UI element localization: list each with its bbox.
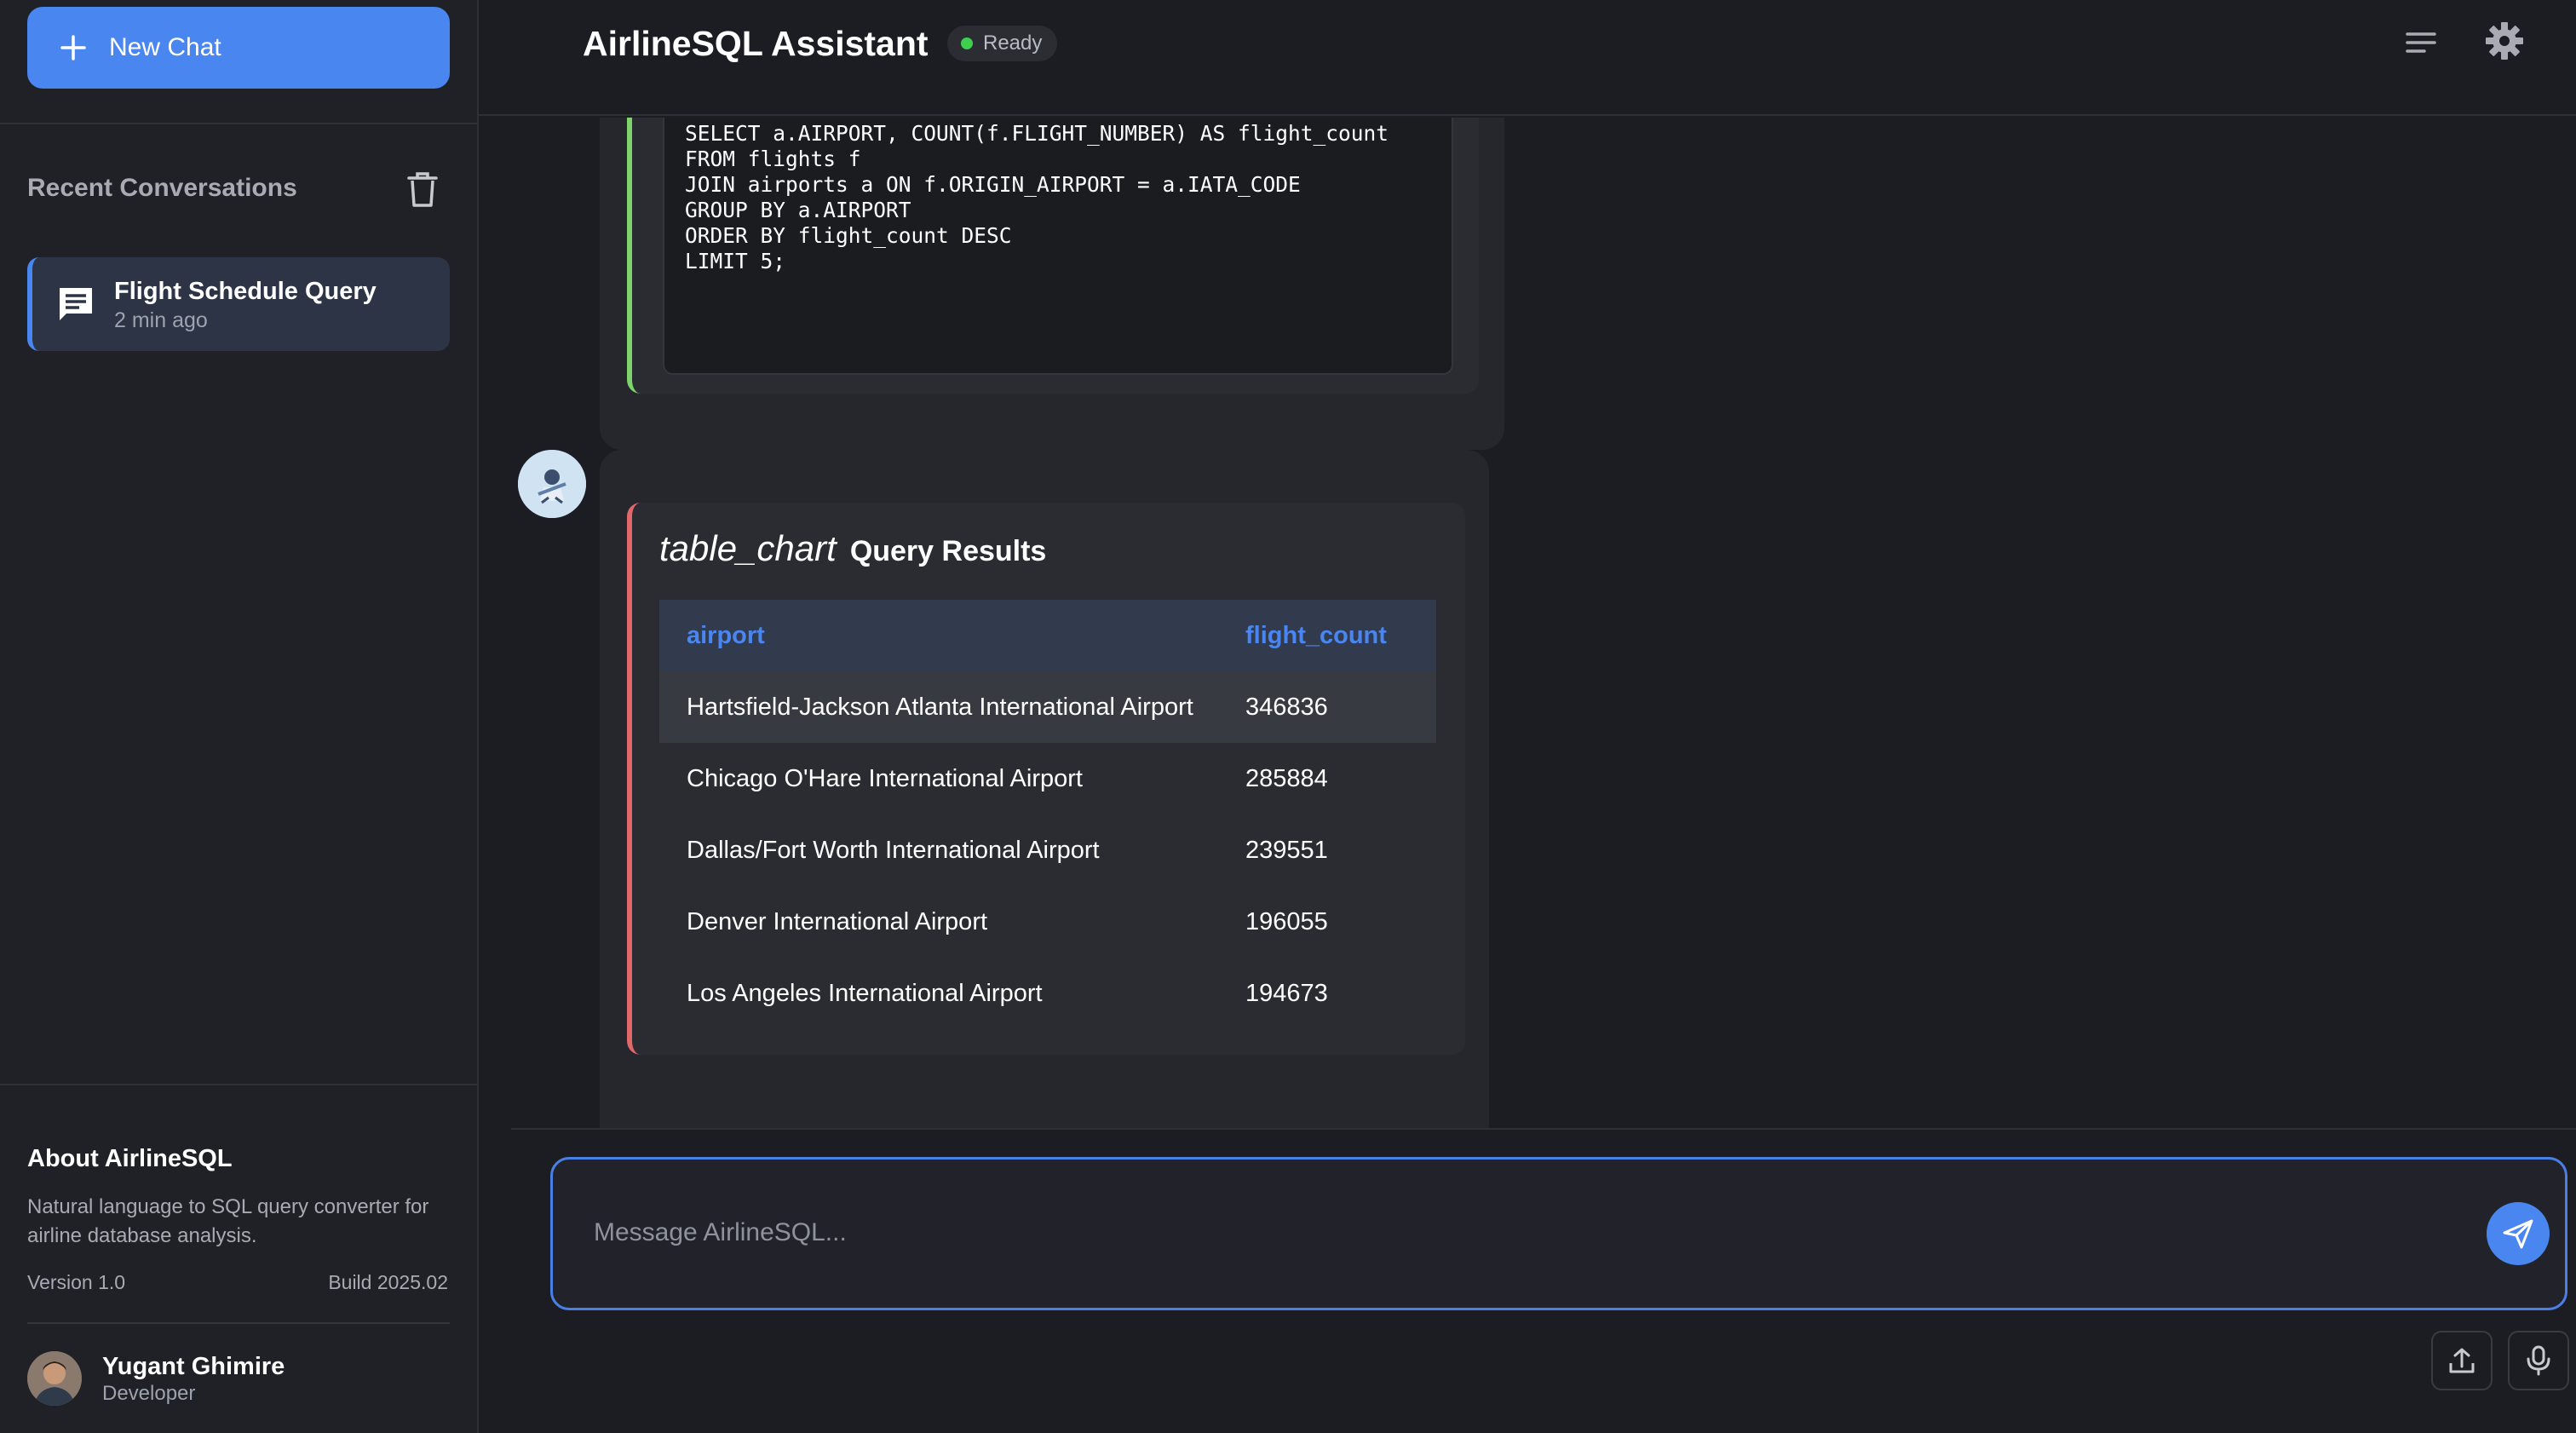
avatar[interactable] — [27, 1351, 82, 1406]
table-row[interactable]: Denver International Airport 196055 — [659, 886, 1436, 958]
chat-icon — [60, 288, 92, 320]
results-message: table_chart Query Results airport flight… — [600, 450, 1489, 1128]
divider — [0, 123, 479, 124]
table-cell: Hartsfield-Jackson Atlanta International… — [687, 693, 1193, 721]
about-description: Natural language to SQL query converter … — [27, 1195, 429, 1247]
chat-area[interactable]: SELECT a.AIRPORT, COUNT(f.FLIGHT_NUMBER)… — [479, 118, 2576, 1128]
robot-icon — [518, 450, 586, 518]
mic-button[interactable] — [2508, 1331, 2569, 1390]
recent-conversations-title: Recent Conversations — [27, 174, 297, 202]
table-cell: Dallas/Fort Worth International Airport — [687, 836, 1100, 864]
build-label: Build 2025.02 — [328, 1271, 448, 1293]
results-table: airport flight_count Hartsfield-Jackson … — [659, 600, 1436, 1029]
table-cell: 239551 — [1245, 836, 1328, 864]
mic-icon — [2527, 1345, 2550, 1376]
divider — [511, 1128, 2576, 1130]
status-text: Ready — [983, 32, 1043, 55]
user-role: Developer — [102, 1382, 196, 1405]
table-cell: Chicago O'Hare International Airport — [687, 764, 1083, 792]
upload-button[interactable] — [2431, 1331, 2493, 1390]
new-chat-button[interactable]: New Chat — [27, 7, 450, 89]
user-name: Yugant Ghimire — [102, 1353, 285, 1380]
sql-message: SELECT a.AIRPORT, COUNT(f.FLIGHT_NUMBER)… — [600, 118, 1504, 450]
table-row[interactable]: Chicago O'Hare International Airport 285… — [659, 743, 1436, 814]
table-cell: Denver International Airport — [687, 907, 988, 935]
table-row[interactable]: Dallas/Fort Worth International Airport … — [659, 814, 1436, 886]
conversation-item[interactable]: Flight Schedule Query 2 min ago — [27, 257, 450, 351]
sidebar: New Chat Recent Conversations Flight Sch… — [0, 0, 479, 1433]
table-row[interactable]: Los Angeles International Airport 194673 — [659, 958, 1436, 1029]
divider — [27, 1322, 450, 1324]
results-title: Query Results — [849, 535, 1047, 567]
conversation-time: 2 min ago — [114, 308, 208, 332]
conversation-title: Flight Schedule Query — [114, 278, 377, 305]
new-chat-label: New Chat — [109, 33, 221, 61]
header: AirlineSQL Assistant Ready — [479, 0, 2576, 116]
table-cell: 285884 — [1245, 764, 1328, 792]
results-header: table_chart Query Results — [659, 528, 1046, 569]
table-cell: 346836 — [1245, 693, 1328, 721]
status-badge: Ready — [947, 26, 1058, 61]
table-cell: 194673 — [1245, 979, 1328, 1007]
table-chart-icon: table_chart — [659, 528, 837, 568]
status-dot-icon — [961, 37, 973, 49]
column-header[interactable]: airport — [659, 622, 1245, 650]
user-avatar-image — [27, 1351, 82, 1406]
query-results-card: table_chart Query Results airport flight… — [627, 503, 1465, 1055]
table-cell: Los Angeles International Airport — [687, 979, 1043, 1007]
app: New Chat Recent Conversations Flight Sch… — [0, 0, 2576, 1433]
trash-icon[interactable] — [405, 170, 440, 208]
table-row[interactable]: Hartsfield-Jackson Atlanta International… — [659, 671, 1436, 743]
menu-icon[interactable] — [2402, 26, 2440, 60]
column-header[interactable]: flight_count — [1245, 622, 1436, 650]
plus-icon — [60, 35, 86, 60]
send-button[interactable] — [2487, 1202, 2550, 1265]
table-header-row: airport flight_count — [659, 600, 1436, 671]
message-composer — [550, 1157, 2567, 1310]
gear-icon[interactable] — [2484, 20, 2525, 61]
version-label: Version 1.0 — [27, 1271, 126, 1293]
assistant-avatar — [518, 450, 586, 518]
sql-code-block[interactable]: SELECT a.AIRPORT, COUNT(f.FLIGHT_NUMBER)… — [663, 118, 1453, 375]
divider — [0, 1084, 479, 1085]
upload-icon — [2449, 1348, 2475, 1373]
message-input[interactable] — [594, 1211, 2425, 1255]
sql-card: SELECT a.AIRPORT, COUNT(f.FLIGHT_NUMBER)… — [627, 118, 1479, 394]
table-cell: 196055 — [1245, 907, 1328, 935]
about-title: About AirlineSQL — [27, 1145, 233, 1172]
send-icon — [2503, 1219, 2533, 1249]
page-title: AirlineSQL Assistant — [583, 24, 929, 63]
